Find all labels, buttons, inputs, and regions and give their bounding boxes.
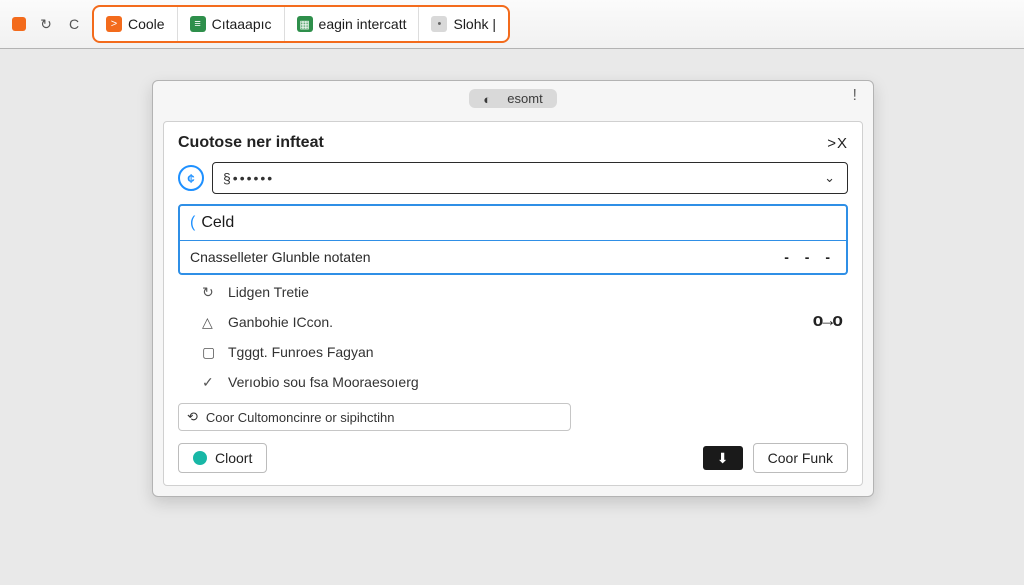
search-input[interactable]: ( Celd: [180, 206, 846, 241]
dialog-titlebar: Cuotose ner infteat >X: [178, 134, 848, 152]
selector-value: §••••••: [223, 170, 274, 186]
dialog-title: Cuotose ner infteat: [178, 134, 324, 152]
pill-icon: ◐: [483, 92, 495, 104]
dialog: ◐ esomt ! Cuotose ner infteat >X ¢ §••••…: [152, 80, 874, 497]
dialog-body: Cuotose ner infteat >X ¢ §•••••• ⌄ ( Cel…: [163, 121, 863, 486]
tab-label: Cıtaaapıc: [212, 16, 272, 32]
teal-dot-icon: [193, 451, 207, 465]
option-1-label: Ganbohie ICcon.: [228, 314, 813, 330]
hint-icon: ⟲: [187, 409, 198, 425]
header-pill[interactable]: ◐ esomt: [469, 89, 556, 108]
option-1-extra: o→o: [813, 312, 842, 332]
dialog-footer: Cloort ⬇ Coor Funk: [178, 443, 848, 473]
dialog-header-strip: ◐ esomt !: [153, 81, 873, 115]
sub-row[interactable]: Cnasselleter Glunble notaten - - -: [180, 241, 846, 273]
tab-label: Slohk |: [453, 16, 496, 32]
toolbar: ↻ C > Coole ≡ Cıtaaapıc ▦ eagin intercat…: [0, 0, 1024, 49]
info-icon: ¢: [178, 165, 204, 191]
alert-icon[interactable]: !: [853, 87, 857, 105]
tab-3[interactable]: • Slohk |: [419, 7, 508, 41]
tab-1-icon: ≡: [190, 16, 206, 32]
chevron-down-icon: ⌄: [824, 170, 837, 186]
tab-label: Coole: [128, 16, 165, 32]
search-value: Celd: [201, 214, 234, 232]
option-0[interactable]: ↻ Lidgen Tretie: [178, 277, 848, 307]
tab-2[interactable]: ▦ eagin intercatt: [285, 7, 420, 41]
search-prefix-icon: (: [190, 214, 195, 232]
tab-2-icon: ▦: [297, 16, 313, 32]
option-2-label: Tgggt. Funroes Fagyan: [228, 344, 842, 360]
option-3-label: Verıobio sou fsa Mooraesoıerg: [228, 374, 842, 390]
option-3[interactable]: ✓ Verıobio sou fsa Mooraesoıerg: [178, 367, 848, 397]
pill-label: esomt: [507, 91, 542, 106]
option-0-label: Lidgen Tretie: [228, 284, 842, 300]
close-icon[interactable]: >X: [827, 135, 848, 152]
sub-row-label: Cnasselleter Glunble notaten: [190, 249, 371, 265]
option-2-icon: ▢: [202, 344, 218, 361]
option-1-icon: △: [202, 314, 218, 331]
tab-0-icon: >: [106, 16, 122, 32]
tab-label: eagin intercatt: [319, 16, 407, 32]
footer-right-group: ⬇ Coor Funk: [703, 443, 848, 473]
selector-row: ¢ §•••••• ⌄: [178, 162, 848, 194]
footer-right-label: Coor Funk: [768, 450, 833, 466]
reload-icon[interactable]: C: [64, 14, 84, 34]
main-chooser: ( Celd Cnasselleter Glunble notaten - - …: [178, 204, 848, 275]
footer-left-button[interactable]: Cloort: [178, 443, 267, 473]
option-1[interactable]: △ Ganbohie ICcon. o→o: [178, 307, 848, 337]
option-0-icon: ↻: [202, 284, 218, 301]
footer-right-button[interactable]: Coor Funk: [753, 443, 848, 473]
option-2[interactable]: ▢ Tgggt. Funroes Fagyan: [178, 337, 848, 367]
tab-3-icon: •: [431, 16, 447, 32]
download-icon[interactable]: ⬇: [703, 446, 743, 470]
tab-bar: > Coole ≡ Cıtaaapıc ▦ eagin intercatt • …: [92, 5, 510, 43]
hint-row[interactable]: ⟲ Coor Cultomoncinre or sipihctihn: [178, 403, 571, 431]
options-list: ↻ Lidgen Tretie △ Ganbohie ICcon. o→o ▢ …: [178, 277, 848, 397]
selector-dropdown[interactable]: §•••••• ⌄: [212, 162, 848, 194]
sub-row-dashes: - - -: [784, 249, 836, 265]
footer-left-label: Cloort: [215, 450, 252, 466]
tab-0[interactable]: > Coole: [94, 7, 178, 41]
tab-1[interactable]: ≡ Cıtaaapıc: [178, 7, 285, 41]
refresh-icon[interactable]: ↻: [36, 14, 56, 34]
hint-label: Coor Cultomoncinre or sipihctihn: [206, 410, 395, 425]
option-3-icon: ✓: [202, 374, 218, 391]
app-icon: [10, 15, 28, 33]
